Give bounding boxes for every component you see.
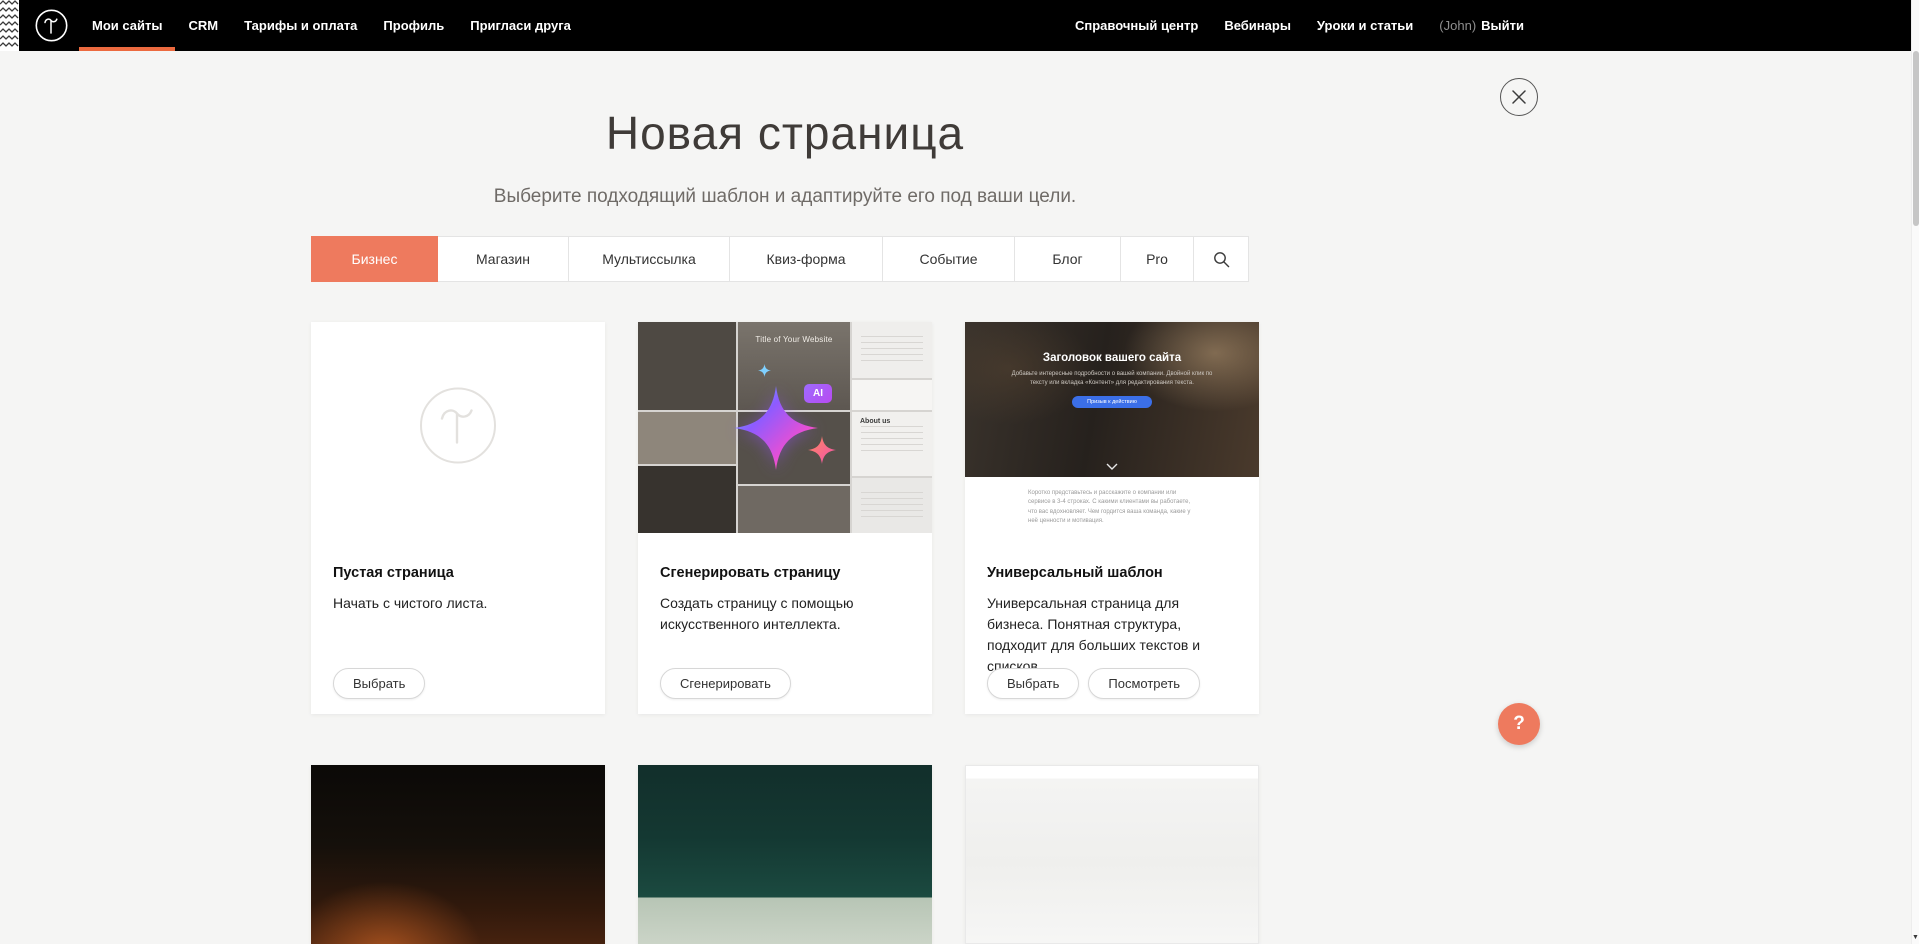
card-actions: Сгенерировать <box>660 668 791 699</box>
card-title: Пустая страница <box>333 565 583 581</box>
tilda-watermark-icon <box>418 385 498 470</box>
card-description: Создать страницу с помощью искусственног… <box>660 593 910 635</box>
tab-search[interactable] <box>1193 236 1249 282</box>
ai-badge: AI <box>804 384 832 403</box>
card-actions: Выбрать Посмотреть <box>987 668 1200 699</box>
collage-tile <box>738 486 850 533</box>
tab-business[interactable]: Бизнес <box>311 236 438 282</box>
template-preview-dark[interactable] <box>311 765 605 944</box>
ai-sparkle-small-icon <box>808 436 836 464</box>
search-icon <box>1213 251 1230 268</box>
preview-cta-button: Призыв к действию <box>1072 396 1152 408</box>
view-button[interactable]: Посмотреть <box>1088 668 1200 699</box>
scrollbar-thumb[interactable] <box>1913 51 1919 226</box>
card-ai-generate: Title of Your Website About us <box>638 322 932 714</box>
preview-site-title: Title of Your Website <box>738 335 850 344</box>
card-description: Начать с чистого листа. <box>333 593 583 614</box>
nav-webinars[interactable]: Вебинары <box>1211 0 1304 51</box>
nav-crm[interactable]: CRM <box>175 0 231 51</box>
tilda-logo-icon <box>35 9 68 42</box>
card-universal-template: Заголовок вашего сайта Добавьте интересн… <box>965 322 1259 714</box>
generate-button[interactable]: Сгенерировать <box>660 668 791 699</box>
template-cards-row: Пустая страница Начать с чистого листа. … <box>311 322 1259 714</box>
help-button[interactable]: ? <box>1498 703 1540 745</box>
card-body: Пустая страница Начать с чистого листа. <box>311 533 605 614</box>
close-button[interactable] <box>1500 78 1538 116</box>
nav-invite-friend[interactable]: Пригласи друга <box>457 0 584 51</box>
nav-logout[interactable]: (John) Выйти <box>1426 0 1537 51</box>
tab-multilink[interactable]: Мультиссылка <box>568 236 730 282</box>
card-title: Универсальный шаблон <box>987 565 1237 581</box>
chevron-down-icon <box>1105 462 1119 471</box>
user-name: (John) <box>1439 18 1476 33</box>
preview-body-text: Коротко представьтесь и расскажите о ком… <box>1028 489 1196 545</box>
preview-body: Коротко представьтесь и расскажите о ком… <box>965 477 1259 545</box>
preview-heading: Заголовок вашего сайта <box>965 322 1259 364</box>
template-preview-light[interactable] <box>965 765 1259 944</box>
collage-tile <box>852 380 932 410</box>
tilda-logo[interactable] <box>35 9 68 42</box>
nav-lessons[interactable]: Уроки и статьи <box>1304 0 1426 51</box>
top-navbar: Мои сайты CRM Тарифы и оплата Профиль Пр… <box>0 0 1911 51</box>
blank-page-preview <box>311 322 605 533</box>
select-button[interactable]: Выбрать <box>987 668 1079 699</box>
tab-quiz-form[interactable]: Квиз-форма <box>729 236 883 282</box>
main-nav: Мои сайты CRM Тарифы и оплата Профиль Пр… <box>79 0 584 51</box>
card-description: Универсальная страница для бизнеса. Поня… <box>987 593 1237 677</box>
card-body: Универсальный шаблон Универсальная стран… <box>965 545 1259 677</box>
preview-about-label: About us <box>860 418 890 425</box>
card-actions: Выбрать <box>333 668 425 699</box>
tab-shop[interactable]: Магазин <box>437 236 569 282</box>
page-title: Новая страница <box>0 106 1570 160</box>
card-body: Сгенерировать страницу Создать страницу … <box>638 533 932 635</box>
nav-tariffs[interactable]: Тарифы и оплата <box>231 0 370 51</box>
logout-label: Выйти <box>1481 18 1524 33</box>
scrollbar-down-arrow-icon[interactable]: ▼ <box>1912 933 1919 943</box>
zigzag-decoration <box>0 0 19 51</box>
ai-collage-preview: Title of Your Website About us <box>638 322 932 533</box>
card-blank-page: Пустая страница Начать с чистого листа. … <box>311 322 605 714</box>
collage-tile <box>638 412 736 464</box>
ai-sparkle-tiny-icon <box>758 364 771 377</box>
collage-tile <box>638 466 736 533</box>
template-preview-teal[interactable] <box>638 765 932 944</box>
nav-my-sites[interactable]: Мои сайты <box>79 0 175 51</box>
nav-help-center[interactable]: Справочный центр <box>1062 0 1211 51</box>
nav-profile[interactable]: Профиль <box>370 0 457 51</box>
card-title: Сгенерировать страницу <box>660 565 910 581</box>
collage-tile <box>852 322 932 378</box>
tab-blog[interactable]: Блог <box>1014 236 1121 282</box>
preview-subtext: Добавьте интересные подробности о вашей … <box>1006 370 1218 388</box>
next-row-partial <box>311 765 1259 944</box>
collage-tile <box>852 478 932 533</box>
secondary-nav: Справочный центр Вебинары Уроки и статьи… <box>1062 0 1537 51</box>
universal-template-preview: Заголовок вашего сайта Добавьте интересн… <box>965 322 1259 545</box>
preview-hero: Заголовок вашего сайта Добавьте интересн… <box>965 322 1259 477</box>
scrollbar[interactable]: ▼ <box>1911 0 1919 944</box>
tab-pro[interactable]: Pro <box>1120 236 1194 282</box>
page-subtitle: Выберите подходящий шаблон и адаптируйте… <box>0 186 1570 208</box>
collage-tile <box>638 322 736 410</box>
select-button[interactable]: Выбрать <box>333 668 425 699</box>
close-icon <box>1512 90 1526 104</box>
app-window: Мои сайты CRM Тарифы и оплата Профиль Пр… <box>0 0 1919 944</box>
tab-event[interactable]: Событие <box>882 236 1015 282</box>
template-category-tabs: Бизнес Магазин Мультиссылка Квиз-форма С… <box>311 236 1249 282</box>
